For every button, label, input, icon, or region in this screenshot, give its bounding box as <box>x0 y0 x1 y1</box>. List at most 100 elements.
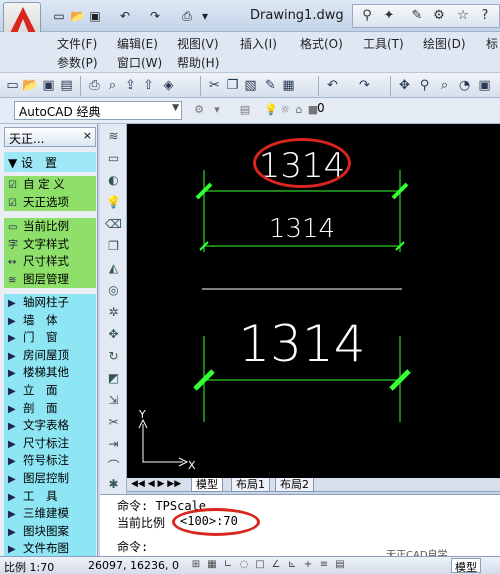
color-icon[interactable]: ◐ <box>105 172 122 189</box>
menu-format[interactable]: 格式(O) <box>300 35 343 52</box>
tianzheng-group-item[interactable]: ▶ 符号标注 <box>4 452 96 470</box>
extend-icon[interactable]: ⇥ <box>105 436 122 453</box>
menu-item-current-scale[interactable]: ▭ 当前比例 <box>4 218 96 236</box>
status-scale[interactable]: 比例 1:70 <box>4 559 54 574</box>
tianzheng-group-item[interactable]: ▶ 房间屋顶 <box>4 346 96 365</box>
publish-dwf-icon[interactable]: ⇧ <box>140 77 157 94</box>
trim-icon[interactable]: ✂ <box>105 414 122 431</box>
zoom-window-icon[interactable]: ⌕ <box>436 77 453 94</box>
save-file-icon[interactable]: ▣ <box>40 77 57 94</box>
new-file-icon[interactable]: ▭ <box>4 77 21 94</box>
match-properties-icon[interactable]: ✎ <box>262 77 279 94</box>
print-icon[interactable]: ⎙ <box>86 77 103 94</box>
publish-icon[interactable]: ⇪ <box>122 77 139 94</box>
sheet-set-icon[interactable]: ▤ <box>58 77 75 94</box>
dyn-icon[interactable]: + <box>302 559 314 571</box>
menu-view[interactable]: 视图(V) <box>177 35 219 52</box>
save-icon[interactable]: ▣ <box>88 9 102 23</box>
menu-insert[interactable]: 插入(I) <box>240 35 277 52</box>
connect-icon[interactable]: ⚙ <box>431 8 447 24</box>
tab-layout1[interactable]: 布局1 <box>231 478 270 492</box>
tianzheng-group-item[interactable]: ▶ 图层控制 <box>4 470 96 488</box>
fillet-icon[interactable]: ⌒ <box>105 458 122 475</box>
grid-icon[interactable]: ▦ <box>206 559 218 571</box>
zoom-realtime-icon[interactable]: ⚲ <box>416 77 433 94</box>
menu-edit[interactable]: 编辑(E) <box>117 35 158 52</box>
paste-icon[interactable]: ▧ <box>242 77 259 94</box>
menu-tools[interactable]: 工具(T) <box>363 35 404 52</box>
menu-file[interactable]: 文件(F) <box>57 35 97 52</box>
quick-access-dropdown-icon[interactable]: ▾ <box>198 9 212 23</box>
pan-icon[interactable]: ✥ <box>396 77 413 94</box>
settings-header[interactable]: ▼ 设 置 <box>4 152 96 172</box>
layer-dropdown[interactable]: 0 <box>317 101 357 120</box>
offset-icon[interactable]: ◎ <box>105 282 122 299</box>
layer-properties-icon[interactable]: ▤ <box>238 103 252 117</box>
menu-help[interactable]: 帮助(H) <box>177 54 219 71</box>
erase-icon[interactable]: ⌫ <box>105 216 122 233</box>
block-editor-icon[interactable]: ▦ <box>280 77 297 94</box>
tools-icon[interactable]: ✎ <box>409 8 425 24</box>
undo-toolbar-icon[interactable]: ↶ <box>324 77 341 94</box>
properties-icon[interactable]: ▣ <box>476 77 493 94</box>
array-icon[interactable]: ✲ <box>105 304 122 321</box>
open-file-icon[interactable]: 📂 <box>22 77 39 94</box>
ortho-icon[interactable]: ∟ <box>222 559 234 571</box>
snap-icon[interactable]: ⊞ <box>190 559 202 571</box>
tab-layout2[interactable]: 布局2 <box>275 478 314 492</box>
page-icon[interactable]: ▭ <box>105 150 122 167</box>
tab-model[interactable]: 模型 <box>191 478 223 492</box>
tianzheng-group-item[interactable]: ▶ 尺寸标注 <box>4 434 96 453</box>
copy-object-icon[interactable]: ❐ <box>105 238 122 255</box>
qp-icon[interactable]: ▤ <box>334 559 346 571</box>
mirror-icon[interactable]: ◭ <box>105 260 122 277</box>
binoculars-icon[interactable]: ⚲ <box>359 8 375 24</box>
osnap-icon[interactable]: □ <box>254 559 266 571</box>
menu-draw[interactable]: 绘图(D) <box>423 35 466 52</box>
new-icon[interactable]: ▭ <box>52 9 66 23</box>
layers-stack-icon[interactable]: ≋ <box>105 128 122 145</box>
tab-nav-arrows[interactable]: ◀◀ ◀ ▶ ▶▶ <box>131 479 181 489</box>
rotate-icon[interactable]: ↻ <box>105 348 122 365</box>
menu-parametric[interactable]: 参数(P) <box>57 54 98 71</box>
tianzheng-group-item[interactable]: ▶ 剖 面 <box>4 399 96 418</box>
zoom-previous-icon[interactable]: ◔ <box>456 77 473 94</box>
polar-icon[interactable]: ◌ <box>238 559 250 571</box>
command-input[interactable]: 命令: <box>117 538 148 555</box>
drawing-canvas[interactable]: 1314 1314 1314 Y X <box>127 124 500 478</box>
redo-icon[interactable]: ↷ <box>148 9 162 23</box>
ducs-icon[interactable]: ⊾ <box>286 559 298 571</box>
menu-item-layer-manager[interactable]: ≋ 图层管理 <box>4 270 96 289</box>
bulb-icon[interactable]: 💡 <box>264 103 278 117</box>
tianzheng-group-item[interactable]: ▶ 门 窗 <box>4 329 96 347</box>
sync-icon[interactable]: ✦ <box>381 8 397 24</box>
tianzheng-group-item[interactable]: ▶ 轴网柱子 <box>4 294 96 312</box>
workspace-settings-icon[interactable]: ⚙ <box>192 103 206 117</box>
close-icon[interactable]: × <box>83 129 92 142</box>
print-preview-icon[interactable]: ⌕ <box>104 77 121 94</box>
undo-icon[interactable]: ↶ <box>118 9 132 23</box>
menu-item-text-style[interactable]: 字文字样式 <box>4 235 96 254</box>
menu-window[interactable]: 窗口(W) <box>117 54 162 71</box>
sun-icon[interactable]: ☼ <box>278 103 292 117</box>
explode-icon[interactable]: ✱ <box>105 476 122 493</box>
bulb-icon[interactable]: 💡 <box>105 194 122 211</box>
tianzheng-group-item[interactable]: ▶ 工 具 <box>4 487 96 506</box>
otrack-icon[interactable]: ∠ <box>270 559 282 571</box>
workspace-dropdown-icon[interactable]: ▾ <box>210 103 224 117</box>
menu-dimension[interactable]: 标 <box>486 35 498 52</box>
menu-item-dim-style[interactable]: ↔ 尺寸样式 <box>4 253 96 271</box>
tianzheng-group-item[interactable]: ▶ 文字表格 <box>4 417 96 435</box>
workspace-dropdown[interactable]: AutoCAD 经典 ▼ <box>14 101 182 120</box>
stretch-icon[interactable]: ⇲ <box>105 392 122 409</box>
star-icon[interactable]: ☆ <box>455 8 471 24</box>
3d-dwf-icon[interactable]: ◈ <box>160 77 177 94</box>
tianzheng-group-item[interactable]: ▶ 立 面 <box>4 382 96 400</box>
open-icon[interactable]: 📂 <box>70 9 85 23</box>
lock-icon[interactable]: ⌂ <box>292 103 306 117</box>
tianzheng-group-item[interactable]: ▶ 楼梯其他 <box>4 364 96 382</box>
tianzheng-group-item[interactable]: ▶ 三维建模 <box>4 505 96 523</box>
redo-toolbar-icon[interactable]: ↷ <box>356 77 373 94</box>
scale-icon[interactable]: ◩ <box>105 370 122 387</box>
help-icon[interactable]: ? <box>477 8 493 24</box>
